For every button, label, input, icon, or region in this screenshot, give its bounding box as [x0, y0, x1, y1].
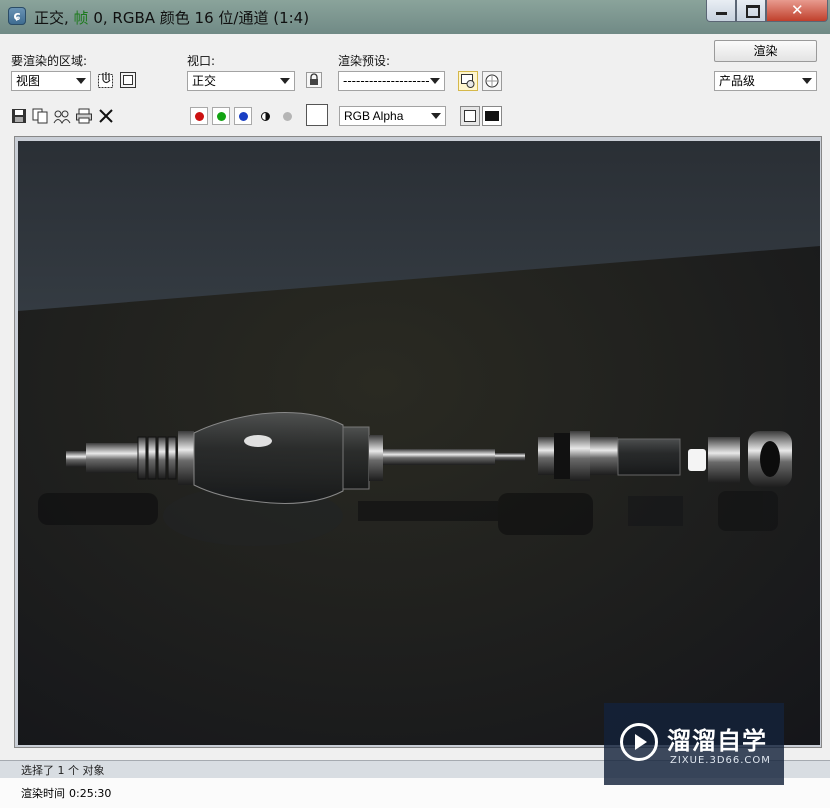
- play-logo-icon: [620, 723, 658, 761]
- title-frame-word: 帧: [73, 9, 89, 27]
- render-time: 渲染时间 0:25:30: [21, 785, 111, 801]
- quality-dropdown[interactable]: 产品级: [714, 71, 817, 91]
- green-channel-icon: [217, 112, 226, 121]
- rendered-image[interactable]: [18, 141, 820, 745]
- mono-icon: [283, 112, 292, 121]
- copy-icon[interactable]: [31, 107, 49, 125]
- color-swatch[interactable]: [306, 104, 328, 126]
- channel-dropdown-value: RGB Alpha: [344, 109, 404, 123]
- lock-icon[interactable]: [305, 71, 323, 89]
- clone-icon[interactable]: [53, 107, 71, 125]
- image-toolbar: RGB Alpha: [0, 100, 830, 130]
- watermark-url: ZIXUE.3D66.COM: [670, 755, 771, 766]
- title-suffix: 0, RGBA 颜色 16 位/通道 (1:4): [88, 9, 310, 27]
- minimize-button[interactable]: [706, 0, 736, 22]
- environment-icon[interactable]: [482, 71, 502, 91]
- chevron-down-icon: [280, 78, 290, 84]
- area-label: 要渲染的区域:: [11, 54, 88, 68]
- blue-channel-toggle[interactable]: [234, 107, 252, 125]
- close-button[interactable]: ✕: [766, 0, 828, 22]
- render-time-label: 渲染时间: [21, 787, 65, 800]
- rendered-scene: [18, 141, 820, 745]
- auto-region-icon[interactable]: [119, 71, 137, 89]
- title-prefix: 正交,: [34, 9, 74, 27]
- maximize-button[interactable]: [736, 0, 766, 22]
- preset-dropdown-value: --------------------: [343, 74, 430, 88]
- mono-toggle[interactable]: [278, 107, 296, 125]
- viewport-dropdown-value: 正交: [192, 74, 217, 88]
- minimize-icon: [716, 12, 727, 15]
- chevron-down-icon: [430, 78, 440, 84]
- render-toolbar: 要渲染的区域: 视图 视口: 正交 渲染预设: ----------------…: [0, 34, 830, 101]
- render-button[interactable]: 渲染: [714, 40, 817, 62]
- chevron-down-icon: [76, 78, 86, 84]
- render-setup-icon[interactable]: [458, 71, 478, 91]
- watermark: 溜溜自学 ZIXUE.3D66.COM: [604, 703, 784, 785]
- rendered-frame-window: ɕ 正交, 帧 0, RGBA 颜色 16 位/通道 (1:4) ✕ 要渲染的区…: [0, 0, 830, 760]
- channel-dropdown[interactable]: RGB Alpha: [339, 106, 446, 126]
- toggle-ui-icon[interactable]: [482, 106, 502, 126]
- title-bar[interactable]: ɕ 正交, 帧 0, RGBA 颜色 16 位/通道 (1:4) ✕: [0, 0, 830, 34]
- area-dropdown[interactable]: 视图: [11, 71, 91, 91]
- maximize-icon: [746, 5, 760, 18]
- print-icon[interactable]: [75, 107, 93, 125]
- alpha-channel-toggle[interactable]: [256, 107, 274, 125]
- red-channel-toggle[interactable]: [190, 107, 208, 125]
- red-channel-icon: [195, 112, 204, 121]
- watermark-name: 溜溜自学: [667, 727, 767, 755]
- 3dsmax-app-icon: ɕ: [8, 7, 26, 25]
- render-time-value: 0:25:30: [69, 787, 112, 800]
- clear-icon[interactable]: [97, 107, 115, 125]
- area-dropdown-value: 视图: [16, 74, 41, 88]
- preset-label: 渲染预设:: [338, 54, 391, 68]
- save-icon[interactable]: [10, 107, 28, 125]
- window-title: 正交, 帧 0, RGBA 颜色 16 位/通道 (1:4): [34, 7, 309, 28]
- viewport-label: 视口:: [187, 54, 216, 68]
- quality-dropdown-value: 产品级: [719, 74, 756, 88]
- preset-dropdown[interactable]: --------------------: [338, 71, 445, 91]
- blue-channel-icon: [239, 112, 248, 121]
- selection-status: 选择了 1 个 对象: [21, 764, 105, 777]
- chevron-down-icon: [802, 78, 812, 84]
- edit-region-icon[interactable]: [97, 71, 115, 89]
- alpha-channel-icon: [261, 112, 270, 121]
- toggle-ui-overlay-icon[interactable]: [460, 106, 480, 126]
- close-icon: ✕: [791, 1, 804, 19]
- chevron-down-icon: [431, 113, 441, 119]
- viewport-dropdown[interactable]: 正交: [187, 71, 295, 91]
- green-channel-toggle[interactable]: [212, 107, 230, 125]
